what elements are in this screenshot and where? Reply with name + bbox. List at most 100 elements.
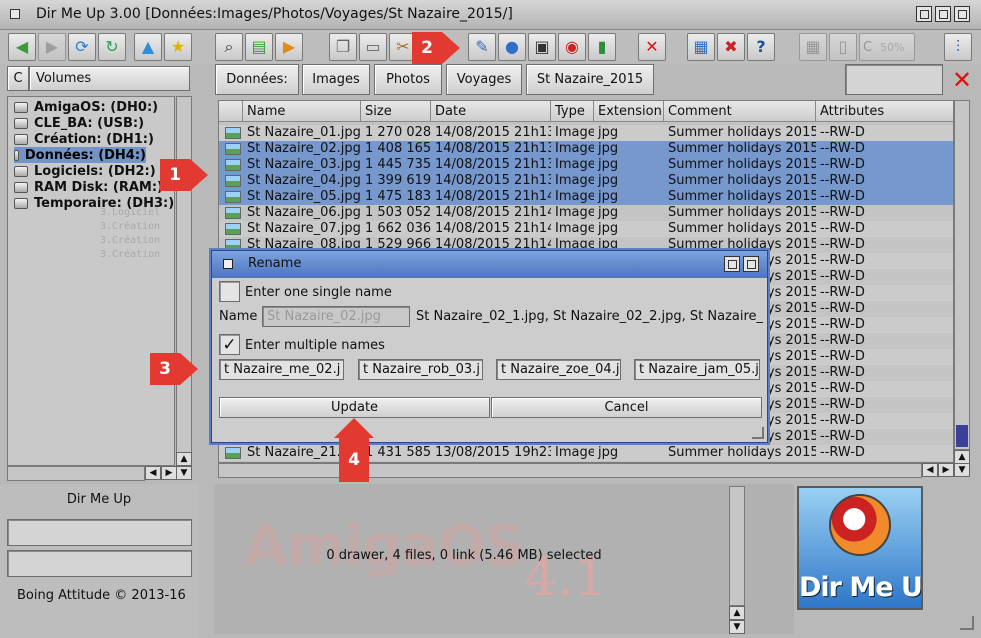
column-header-name[interactable]: Name xyxy=(243,101,361,122)
search-icon[interactable]: ⌕ xyxy=(215,33,243,61)
scroll-up-icon[interactable]: ▲ xyxy=(954,450,970,464)
delete-icon[interactable]: ✕ xyxy=(638,33,666,61)
column-header-extension[interactable]: Extension xyxy=(594,101,664,122)
paste-icon[interactable]: ▭ xyxy=(359,33,387,61)
name-input[interactable]: St Nazaire_02.jpg xyxy=(262,306,410,327)
resize-grip-icon[interactable] xyxy=(960,616,974,630)
iconify-icon[interactable] xyxy=(916,6,932,22)
table-row[interactable]: St Nazaire_01.jpg 1 270 028 14/08/2015 21h… xyxy=(219,125,953,141)
column-header-comment[interactable]: Comment xyxy=(664,101,816,122)
scroll-left-icon[interactable]: ◀ xyxy=(145,466,161,480)
dialog-close-icon[interactable] xyxy=(223,259,233,269)
book-icon[interactable]: ▮ xyxy=(588,33,616,61)
column-header-size[interactable]: Size xyxy=(361,101,431,122)
sort-icon[interactable]: ▦ xyxy=(687,33,715,61)
kill-icon[interactable]: ✖ xyxy=(717,33,745,61)
scroll-thumb[interactable] xyxy=(956,425,968,447)
multiple-name-field[interactable]: t Nazaire_me_02.j xyxy=(219,359,344,380)
multiple-name-field[interactable]: t Nazaire_rob_03.j xyxy=(358,359,483,380)
single-name-checkbox[interactable] xyxy=(219,281,240,302)
copy-icon[interactable]: ❐ xyxy=(329,33,357,61)
volume-item[interactable]: Création: (DH1:) xyxy=(14,131,154,147)
table-row[interactable]: St Nazaire_07.jpg 1 662 036 14/08/2015 21h… xyxy=(219,221,953,237)
column-header-date[interactable]: Date xyxy=(431,101,551,122)
volume-item[interactable]: Données: (DH4:) xyxy=(14,147,146,163)
file-table-hscrollbar[interactable] xyxy=(218,463,922,478)
reload-icon[interactable]: ⟳ xyxy=(68,33,96,61)
scroll-up-icon[interactable]: ▲ xyxy=(729,606,745,620)
size-icon[interactable]: ▤ xyxy=(245,33,273,61)
breadcrumb-segment[interactable]: Données: xyxy=(215,64,299,95)
clear-filter-icon[interactable]: ✕ xyxy=(947,64,977,95)
depth-icon[interactable] xyxy=(954,6,970,22)
zoom-percent-button[interactable]: C 50% xyxy=(859,33,915,61)
scroll-down-icon[interactable]: ▼ xyxy=(729,620,745,634)
volumes-cycle-icon[interactable]: C xyxy=(7,66,29,91)
multiple-names-checkbox[interactable]: ✓ xyxy=(219,334,240,355)
dialog-title-bar[interactable]: Rename xyxy=(212,251,767,278)
column-header-icon[interactable] xyxy=(219,101,243,122)
breadcrumb-segment[interactable]: Images xyxy=(302,64,370,95)
volumes-scrollbar[interactable] xyxy=(176,96,192,466)
multiple-name-field[interactable]: t Nazaire_zoe_04.j xyxy=(496,359,621,380)
back-arrow-icon[interactable]: ◀ xyxy=(8,33,36,61)
cell-size: 1 270 028 xyxy=(365,125,431,140)
page-icon[interactable]: ▯ xyxy=(829,33,857,61)
help-icon[interactable]: ? xyxy=(747,33,775,61)
cell-ext: jpg xyxy=(598,189,619,204)
scroll-right-icon[interactable]: ▶ xyxy=(161,466,177,480)
rename-icon[interactable]: ✎ xyxy=(468,33,496,61)
scroll-down-icon[interactable]: ▼ xyxy=(954,463,970,477)
breadcrumb-segment[interactable]: Photos xyxy=(374,64,442,95)
scroll-right-icon[interactable]: ▶ xyxy=(938,463,954,477)
close-window-icon[interactable] xyxy=(10,9,20,19)
volume-item[interactable]: Logiciels: (DH2:) xyxy=(14,163,156,179)
file-table-scrollbar[interactable] xyxy=(954,100,970,450)
volumes-hscrollbar[interactable] xyxy=(7,466,145,481)
table-row[interactable]: St Nazaire_04.jpg 1 399 619 14/08/2015 21h… xyxy=(219,173,953,189)
zoom-icon[interactable] xyxy=(935,6,951,22)
window-title: Dir Me Up 3.00 [Données:Images/Photos/Vo… xyxy=(36,6,513,22)
scroll-up-icon[interactable]: ▲ xyxy=(176,452,192,466)
volume-item[interactable]: Temporaire: (DH3:) xyxy=(14,195,174,211)
dialog-depth-icon[interactable] xyxy=(743,256,759,272)
window-title-bar[interactable]: Dir Me Up 3.00 [Données:Images/Photos/Vo… xyxy=(0,0,981,30)
callout-number: 1 xyxy=(160,159,190,191)
scroll-left-icon[interactable]: ◀ xyxy=(922,463,938,477)
table-row[interactable]: St Nazaire_02.jpg 1 408 165 14/08/2015 21h… xyxy=(219,141,953,157)
breadcrumb-segment[interactable]: St Nazaire_2015 xyxy=(526,64,654,95)
status-scrollbar[interactable] xyxy=(729,486,745,606)
volume-item[interactable]: AmigaOS: (DH0:) xyxy=(14,99,158,115)
protect-lock-icon[interactable]: ▣ xyxy=(528,33,556,61)
volume-item[interactable]: RAM Disk: (RAM:) xyxy=(14,179,163,195)
table-row[interactable]: St Nazaire_06.jpg 1 503 052 14/08/2015 21h… xyxy=(219,205,953,221)
app-logo: Dir Me Up xyxy=(797,486,923,610)
volumes-header[interactable]: Volumes xyxy=(29,66,190,91)
dialog-resize-icon[interactable] xyxy=(752,427,764,439)
callout-1: 1 xyxy=(160,159,208,191)
forward-arrow-icon[interactable]: ▶ xyxy=(38,33,66,61)
column-header-type[interactable]: Type xyxy=(551,101,594,122)
column-header-attributes[interactable]: Attributes xyxy=(816,101,953,122)
scroll-down-icon[interactable]: ▼ xyxy=(176,466,192,480)
cell-size: 1 445 735 xyxy=(365,157,431,172)
new-drawer-icon[interactable]: ▲ xyxy=(134,33,162,61)
favorite-star-icon[interactable]: ★ xyxy=(164,33,192,61)
comment-icon[interactable]: ● xyxy=(498,33,526,61)
breadcrumb-segment[interactable]: Voyages xyxy=(446,64,522,95)
info-icon[interactable]: ◉ xyxy=(558,33,586,61)
settings-sliders-icon[interactable]: ⫶ xyxy=(944,33,972,61)
table-row[interactable]: St Nazaire_03.jpg 1 445 735 14/08/2015 21h… xyxy=(219,157,953,173)
update-button[interactable]: Update xyxy=(219,397,490,418)
play-icon[interactable]: ▶ xyxy=(275,33,303,61)
grid-view-icon[interactable]: ▦ xyxy=(799,33,827,61)
dialog-zoom-icon[interactable] xyxy=(724,256,740,272)
table-row[interactable]: St Nazaire_21.jpg 1 431 585 13/08/2015 19h… xyxy=(219,445,953,461)
volume-item[interactable]: CLE_BA: (USB:) xyxy=(14,115,144,131)
filter-input[interactable] xyxy=(845,64,943,95)
cancel-button[interactable]: Cancel xyxy=(491,397,762,418)
multiple-name-field[interactable]: t Nazaire_jam_05.j xyxy=(634,359,760,380)
refresh-icon[interactable]: ↻ xyxy=(98,33,126,61)
table-row[interactable]: St Nazaire_05.jpg 1 475 183 14/08/2015 21h… xyxy=(219,189,953,205)
volumes-list[interactable]: 3.Logiciel 3.Création 3.Création 3.Créat… xyxy=(7,96,175,466)
